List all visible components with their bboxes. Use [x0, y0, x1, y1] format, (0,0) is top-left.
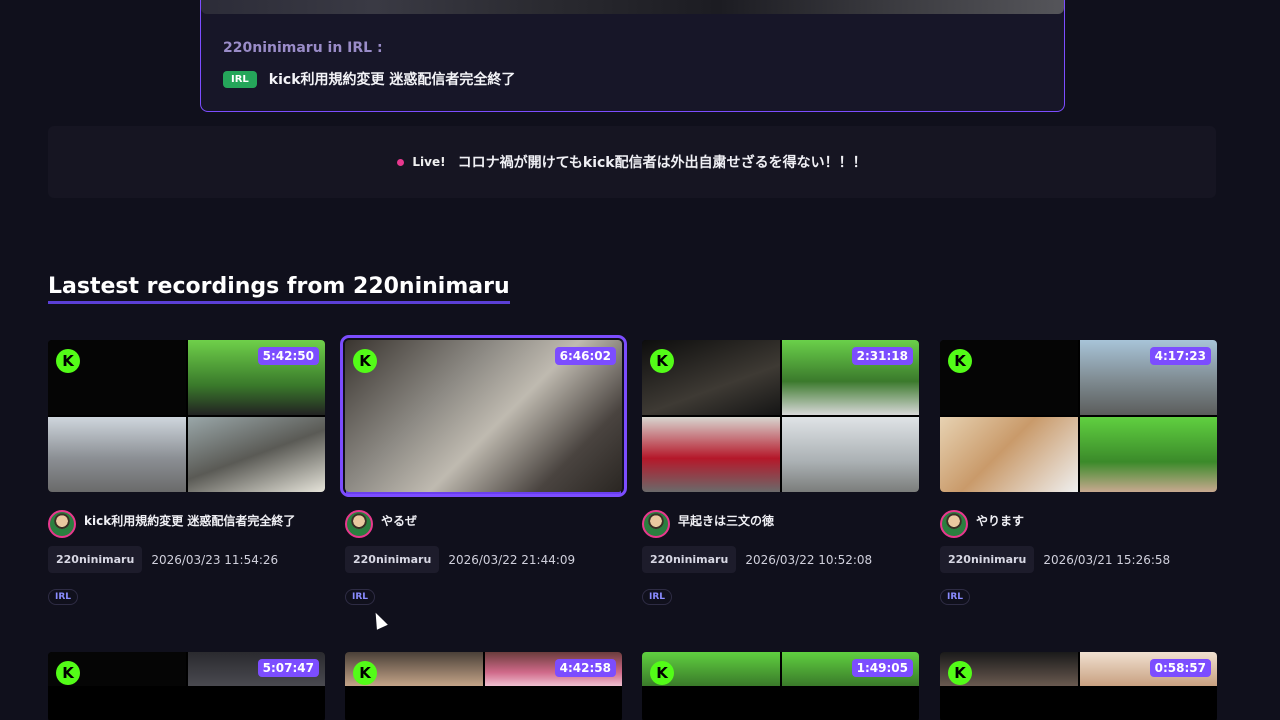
avatar[interactable] — [642, 510, 670, 538]
duration-badge: 1:49:05 — [851, 659, 913, 677]
recording-meta: kick利用規約変更 迷惑配信者完全終了 — [48, 510, 325, 538]
recording-card[interactable]: K 0:58:57 — [940, 652, 1217, 720]
recording-info: 220ninimaru 2026/03/22 21:44:09 — [345, 546, 622, 573]
channel-pill[interactable]: 220ninimaru — [48, 546, 143, 573]
stream-thumbnail[interactable] — [201, 0, 1064, 14]
channel-pill[interactable]: 220ninimaru — [642, 546, 737, 573]
recordings-page: 220ninimaru in IRL : IRL kick利用規約変更 迷惑配信… — [0, 0, 1280, 720]
avatar[interactable] — [48, 510, 76, 538]
duration-badge: 0:58:57 — [1149, 659, 1211, 677]
duration-badge: 5:42:50 — [257, 347, 319, 365]
category-tag[interactable]: IRL — [940, 589, 971, 605]
kick-logo-icon: K — [353, 661, 377, 685]
recording-meta: 早起きは三文の徳 — [642, 510, 919, 538]
category-badge: IRL — [223, 70, 257, 88]
kick-logo-icon: K — [650, 661, 674, 685]
recording-thumbnail[interactable]: K 0:58:57 — [940, 652, 1217, 720]
recording-date: 2026/03/21 15:26:58 — [1043, 552, 1171, 567]
recording-thumbnail[interactable]: K 5:42:50 — [48, 340, 325, 492]
duration-badge: 4:42:58 — [554, 659, 616, 677]
recording-thumbnail[interactable]: K 2:31:18 — [642, 340, 919, 492]
recording-card[interactable]: K 4:17:23 やります 220ninimaru 2026/03/21 15… — [940, 340, 1217, 605]
recording-date: 2026/03/22 21:44:09 — [448, 552, 576, 567]
mouse-cursor-icon — [370, 610, 388, 630]
kick-logo-icon: K — [650, 349, 674, 373]
recording-card[interactable]: K 5:42:50 kick利用規約変更 迷惑配信者完全終了 220ninima… — [48, 340, 325, 605]
stream-channel-line: 220ninimaru in IRL : — [223, 40, 383, 56]
kick-logo-icon: K — [56, 349, 80, 373]
recording-thumbnail[interactable]: K 1:49:05 — [642, 652, 919, 720]
category-tag[interactable]: IRL — [48, 589, 79, 605]
recording-info: 220ninimaru 2026/03/22 10:52:08 — [642, 546, 919, 573]
current-stream-card[interactable]: 220ninimaru in IRL : IRL kick利用規約変更 迷惑配信… — [200, 0, 1065, 112]
live-label: Live! — [412, 155, 446, 169]
duration-badge: 6:46:02 — [554, 347, 616, 365]
stream-title[interactable]: kick利用規約変更 迷惑配信者完全終了 — [269, 69, 516, 89]
kick-logo-icon: K — [948, 661, 972, 685]
recording-thumbnail[interactable]: K 4:42:58 — [345, 652, 622, 720]
recording-title[interactable]: kick利用規約変更 迷惑配信者完全終了 — [84, 512, 295, 529]
recording-card[interactable]: K 2:31:18 早起きは三文の徳 220ninimaru 2026/03/2… — [642, 340, 919, 605]
recording-meta: やるぜ — [345, 510, 622, 538]
live-title[interactable]: コロナ禍が開けてもkick配信者は外出自粛せざるを得ない！！！ — [458, 152, 867, 172]
duration-badge: 2:31:18 — [851, 347, 913, 365]
duration-badge: 4:17:23 — [1149, 347, 1211, 365]
duration-badge: 5:07:47 — [257, 659, 319, 677]
category-tag[interactable]: IRL — [345, 589, 376, 605]
live-status-bar[interactable]: Live! コロナ禍が開けてもkick配信者は外出自粛せざるを得ない！！！ — [48, 126, 1216, 198]
recording-date: 2026/03/22 10:52:08 — [745, 552, 873, 567]
stream-title-row: IRL kick利用規約変更 迷惑配信者完全終了 — [223, 69, 515, 89]
avatar[interactable] — [345, 510, 373, 538]
kick-logo-icon: K — [56, 661, 80, 685]
channel-pill[interactable]: 220ninimaru — [345, 546, 440, 573]
recording-date: 2026/03/23 11:54:26 — [151, 552, 279, 567]
avatar[interactable] — [940, 510, 968, 538]
channel-pill[interactable]: 220ninimaru — [940, 546, 1035, 573]
recording-thumbnail[interactable]: K 6:46:02 — [340, 335, 627, 497]
recording-thumbnail[interactable]: K 5:07:47 — [48, 652, 325, 720]
section-title: Lastest recordings from 220ninimaru — [48, 274, 510, 304]
kick-logo-icon: K — [948, 349, 972, 373]
recording-card[interactable]: K 5:07:47 — [48, 652, 325, 720]
recording-meta: やります — [940, 510, 1217, 538]
recording-title[interactable]: 早起きは三文の徳 — [678, 512, 774, 529]
recording-card[interactable]: K 4:42:58 — [345, 652, 622, 720]
recording-title[interactable]: やるぜ — [381, 512, 417, 529]
recording-card[interactable]: K 1:49:05 — [642, 652, 919, 720]
recording-thumbnail[interactable]: K 4:17:23 — [940, 340, 1217, 492]
live-dot-icon — [397, 158, 405, 166]
recording-title[interactable]: やります — [976, 512, 1024, 529]
recording-card[interactable]: K 6:46:02 やるぜ 220ninimaru 2026/03/22 21:… — [340, 335, 627, 605]
recording-info: 220ninimaru 2026/03/23 11:54:26 — [48, 546, 325, 573]
kick-logo-icon: K — [353, 349, 377, 373]
category-tag[interactable]: IRL — [642, 589, 673, 605]
recording-info: 220ninimaru 2026/03/21 15:26:58 — [940, 546, 1217, 573]
